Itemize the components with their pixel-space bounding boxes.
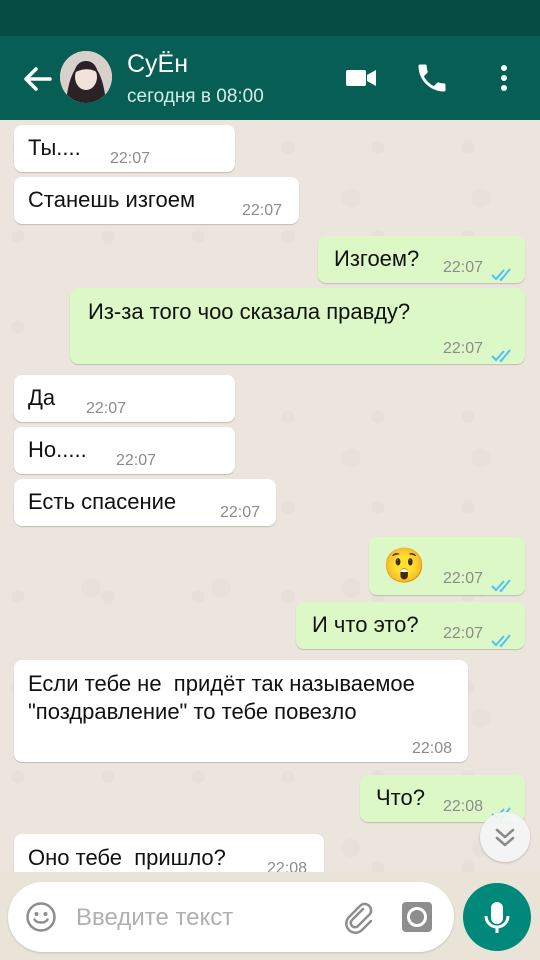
message-text: Есть спасение — [28, 489, 177, 514]
incoming-message[interactable]: Да 22:07 — [14, 375, 235, 422]
message-text: Станешь изгоем — [28, 187, 196, 212]
read-ticks-icon — [491, 573, 513, 593]
message-time: 22:08 — [267, 860, 308, 872]
message-composer[interactable]: Введите текст — [8, 882, 454, 952]
message-text: Ты.... — [28, 135, 81, 160]
message-time: 22:07 — [443, 340, 484, 357]
incoming-message[interactable]: Есть спасение 22:07 — [14, 479, 276, 526]
message-time: 22:07 — [220, 504, 261, 521]
read-ticks-icon — [491, 628, 513, 648]
voice-message-button[interactable] — [463, 883, 531, 951]
message-text: Изгоем? — [334, 246, 420, 271]
message-text: Но..... — [28, 437, 87, 462]
contact-name[interactable]: СуЁн — [127, 50, 188, 79]
message-time: 22:07 — [443, 570, 484, 587]
message-time: 22:08 — [412, 740, 453, 757]
smiley-icon[interactable] — [25, 901, 57, 933]
microphone-icon — [484, 902, 510, 933]
message-text: Оно тебе пришло? — [28, 845, 226, 870]
chat-header: СуЁн сегодня в 08:00 — [0, 36, 540, 120]
message-time: 22:07 — [86, 400, 127, 417]
message-list[interactable]: Ты.... 22:07 Станешь изгоем 22:07 Изгоем… — [0, 120, 540, 872]
read-ticks-icon — [491, 343, 513, 363]
message-time: 22:07 — [116, 452, 157, 469]
status-bar — [0, 0, 540, 36]
camera-icon[interactable] — [401, 901, 433, 933]
incoming-message[interactable]: Оно тебе пришло? 22:08 — [14, 834, 324, 872]
avatar[interactable] — [60, 51, 112, 103]
message-text: Что? — [376, 785, 425, 810]
message-input[interactable]: Введите текст — [76, 904, 233, 932]
last-seen-status: сегодня в 08:00 — [127, 86, 264, 107]
incoming-message[interactable]: Ты.... 22:07 — [14, 125, 235, 172]
outgoing-message[interactable]: 😲 22:07 — [369, 537, 525, 595]
message-time: 22:08 — [443, 798, 484, 815]
scroll-to-bottom-button[interactable] — [480, 812, 530, 862]
incoming-message[interactable]: Если тебе не придёт так называемое "позд… — [14, 660, 468, 762]
message-time: 22:07 — [242, 202, 283, 219]
message-text: И что это? — [312, 612, 419, 637]
message-text: Да — [28, 385, 56, 410]
message-time: 22:07 — [443, 625, 484, 642]
outgoing-message[interactable]: Изгоем? 22:07 — [318, 236, 525, 283]
outgoing-message[interactable]: И что это? 22:07 — [296, 602, 525, 649]
message-time: 22:07 — [110, 150, 151, 167]
more-vertical-icon[interactable] — [486, 60, 522, 96]
paperclip-icon[interactable] — [341, 900, 375, 934]
incoming-message[interactable]: Станешь изгоем 22:07 — [14, 177, 299, 224]
video-camera-icon[interactable] — [343, 60, 379, 96]
message-text: Если тебе не придёт так называемое "позд… — [28, 671, 415, 724]
phone-icon[interactable] — [414, 60, 450, 96]
message-text: Из-за того чоо сказала правду? — [88, 299, 411, 324]
outgoing-message[interactable]: Из-за того чоо сказала правду? 22:07 — [70, 288, 525, 364]
message-time: 22:07 — [443, 259, 484, 276]
incoming-message[interactable]: Но..... 22:07 — [14, 427, 235, 474]
read-ticks-icon — [491, 262, 513, 282]
message-emoji: 😲 — [383, 547, 426, 585]
double-chevron-down-icon — [495, 828, 515, 847]
back-arrow-icon[interactable] — [20, 62, 54, 96]
